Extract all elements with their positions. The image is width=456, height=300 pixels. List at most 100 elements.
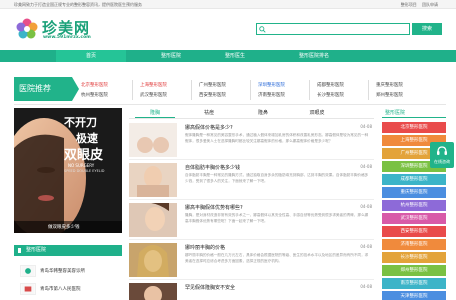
article-thumbnail [129, 283, 177, 300]
hospital-link[interactable]: 西安整形医院 [199, 92, 226, 98]
hospital-name[interactable]: 青岛华韩整容美容诊所 [40, 268, 85, 274]
grid-divider [250, 80, 251, 100]
search-icon [259, 26, 266, 33]
heading-marker [18, 248, 21, 253]
hospital-link[interactable]: 郑州整形医院 [376, 92, 403, 98]
hospital-link[interactable]: 成都整形医院 [317, 82, 344, 88]
right-list-heading: 整形医院 [382, 108, 446, 118]
grid-divider [191, 80, 192, 100]
hospital-logo-icon [20, 283, 36, 295]
hospital-button[interactable]: 重庆整形医院 [382, 187, 446, 198]
nav-item-hospitals[interactable]: 整形医院 [136, 50, 206, 62]
article-title[interactable]: 自体脂肪丰胸价格多少钱 [185, 164, 240, 171]
article-item[interactable]: 娜高丰胸假体优势有哪些? 04-08 隆胸，是对身材改造非常有效的手术之一，娜高… [129, 200, 374, 240]
hospital-link[interactable]: 北京整形医院 [81, 82, 108, 88]
grid-divider [309, 80, 310, 100]
hospital-button[interactable]: 北京整形医院 [382, 122, 446, 133]
banner-headline-3: 双眼皮 [64, 148, 104, 163]
hospital-button[interactable]: 长沙整形医院 [382, 252, 446, 263]
banner-subtext-2: SPEED DOUBLE EYELID [64, 169, 105, 173]
hospital-link[interactable]: 重庆整形医院 [376, 82, 403, 88]
left-hospital-panel: 整形医院 青岛华韩整容美容诊所 青岛市第八人民医院 [14, 245, 122, 300]
article-item[interactable]: 罕见假体隆胸安不安全 04-08 [129, 280, 374, 300]
site-logo[interactable]: 珍美网 www.591mrzx.com [16, 18, 136, 44]
search-input[interactable] [256, 23, 410, 35]
article-summary: 假体隆胸是一种常见的美容整形手术，通过植入假体来增加乳房的体积和改善乳房形态。娜… [185, 133, 369, 143]
search-bar: 搜索 [256, 23, 442, 35]
hospital-recommend-grid: 北京整形医院 杭州整形医院 上海整形医院 武汉整形医院 广州整形医院 西安整形医… [78, 79, 448, 101]
article-date: 04-08 [360, 284, 372, 289]
article-title[interactable]: 娜高丰胸假体优势有哪些? [185, 204, 243, 211]
online-consult-button[interactable]: 在线咨询 [430, 142, 454, 168]
hospital-link[interactable]: 广州整形医院 [199, 82, 226, 88]
hospital-button[interactable]: 南京整形医院 [382, 278, 446, 289]
tab-breast[interactable]: 隆胸 [135, 108, 175, 118]
left-panel-heading-bar: 整形医院 [14, 245, 122, 256]
online-consult-label: 在线咨询 [434, 159, 450, 164]
article-date: 04-08 [360, 164, 372, 169]
hospital-button[interactable]: 成都整形医院 [382, 174, 446, 185]
article-title[interactable]: 娜高假体价格是多少? [185, 124, 233, 131]
list-item[interactable]: 青岛华韩整容美容诊所 [14, 263, 122, 281]
search-button[interactable]: 搜索 [412, 23, 442, 35]
left-panel-heading: 整形医院 [26, 247, 47, 253]
hospital-recommend-label: 医院推荐 [14, 77, 72, 101]
main-nav: 首页 整形医院 整形医生 整形医院排名 [0, 50, 456, 62]
hospital-button[interactable]: 西安整形医院 [382, 226, 446, 237]
nav-item-home[interactable]: 首页 [56, 50, 126, 62]
hospital-button[interactable]: 天津整形医院 [382, 291, 446, 300]
hospital-link[interactable]: 济南整形医院 [258, 92, 285, 98]
section-divider [14, 104, 446, 105]
article-summary: 自体脂肪丰胸是一种常见的隆胸方式，通过抽取自身多余的脂肪填充到胸部，达到丰胸的效… [185, 173, 369, 183]
article-item[interactable]: 自体脂肪丰胸价格多少钱 04-08 自体脂肪丰胸是一种常见的隆胸方式，通过抽取自… [129, 160, 374, 200]
article-thumbnail [129, 123, 177, 157]
hospital-name[interactable]: 青岛市第八人民医院 [40, 286, 81, 292]
hospital-link[interactable]: 武汉整形医院 [140, 92, 167, 98]
top-link-apply[interactable]: 团队申请 [422, 2, 438, 7]
article-thumbnail [129, 243, 177, 277]
grid-divider [132, 80, 133, 100]
article-date: 04-08 [360, 204, 372, 209]
flower-logo-icon [16, 18, 38, 39]
promo-banner[interactable]: 不开刀 极速 双眼皮 NO SURGERY SPEED DOUBLE EYELI… [14, 108, 122, 233]
banner-caption: 做双眼皮多少钱 [48, 225, 80, 230]
tab-eyelid[interactable]: 双眼皮 [297, 108, 337, 118]
top-bar-links: 整形项目 团队申请 [397, 2, 438, 8]
hospital-button[interactable]: 杭州整形医院 [382, 200, 446, 211]
tab-nose[interactable]: 隆鼻 [243, 108, 283, 118]
article-item[interactable]: 娜吟丽丰胸的价格 04-08 娜吟丽丰胸的价格一般在几万元左右，具体价格会根据医… [129, 240, 374, 280]
headset-icon [437, 146, 447, 155]
hospital-link[interactable]: 杭州整形医院 [81, 92, 108, 98]
list-item[interactable]: 青岛市第八人民医院 [14, 281, 122, 299]
top-bar-slogan: 珍美网致力于打造全国正规专业的整形整容资讯，提供医院医生预约服务 [14, 2, 142, 7]
tab-acne[interactable]: 祛痘 [189, 108, 229, 118]
article-date: 04-08 [360, 124, 372, 129]
article-thumbnail [129, 203, 177, 237]
top-bar: 珍美网致力于打造全国正规专业的整形整容资讯，提供医院医生预约服务 整形项目 团队… [0, 0, 456, 9]
category-tabs: 隆胸 祛痘 隆鼻 双眼皮 [129, 108, 374, 118]
banner-headline-1: 不开刀 [64, 116, 97, 129]
hospital-logo-icon [20, 265, 36, 277]
nav-item-ranking[interactable]: 整形医院排名 [274, 50, 354, 62]
hospital-link[interactable]: 长沙整形医院 [317, 92, 344, 98]
banner-subtext: NO SURGERY [68, 163, 95, 168]
tabs-underline [129, 118, 374, 119]
hospital-button[interactable]: 郑州整形医院 [382, 265, 446, 276]
article-title[interactable]: 罕见假体隆胸安不安全 [185, 284, 235, 291]
article-thumbnail [129, 163, 177, 197]
article-summary: 隆胸，是对身材改造非常有效的手术之一，娜高假体以其安全性高、手感自然等优势受到很… [185, 213, 369, 223]
hospital-button[interactable]: 武汉整形医院 [382, 213, 446, 224]
nav-item-doctors[interactable]: 整形医生 [200, 50, 270, 62]
hospital-link[interactable]: 上海整形医院 [140, 82, 167, 88]
grid-divider [368, 80, 369, 100]
logo-url: www.591mrzx.com [43, 35, 91, 40]
article-title[interactable]: 娜吟丽丰胸的价格 [185, 244, 225, 251]
banner-caption-bar: 做双眼皮多少钱 [14, 221, 122, 233]
article-summary: 娜吟丽丰胸的价格一般在几万元左右，具体价格会根据医院的等级、医生的技术水平以及地… [185, 253, 369, 263]
hospital-button[interactable]: 济南整形医院 [382, 239, 446, 250]
right-hospital-list: 整形医院 北京整形医院 上海整形医院 广州整形医院 深圳整形医院 成都整形医院 重庆整形医… [382, 108, 446, 300]
hospital-link[interactable]: 深圳整形医院 [258, 82, 285, 88]
article-date: 04-08 [360, 244, 372, 249]
top-link-projects[interactable]: 整形项目 [401, 2, 417, 7]
article-item[interactable]: 娜高假体价格是多少? 04-08 假体隆胸是一种常见的美容整形手术，通过植入假体… [129, 120, 374, 160]
